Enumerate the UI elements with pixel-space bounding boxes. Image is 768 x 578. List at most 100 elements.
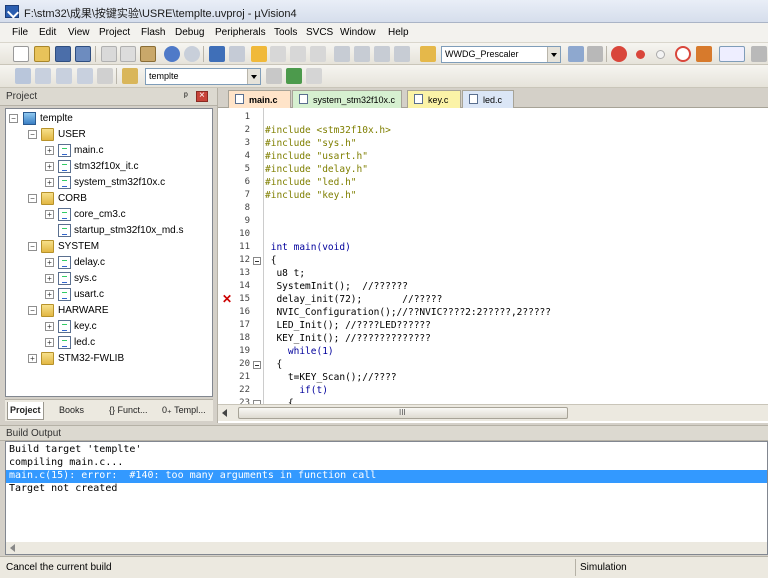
- tab-books[interactable]: Books: [57, 402, 86, 420]
- expand-icon[interactable]: +: [45, 258, 54, 267]
- menu-edit[interactable]: Edit: [39, 27, 56, 38]
- indent-icon[interactable]: [334, 46, 350, 62]
- function-combo[interactable]: WWDG_Prescaler: [441, 46, 561, 63]
- expand-icon[interactable]: +: [45, 178, 54, 187]
- insert-bookmark-icon[interactable]: [251, 46, 267, 62]
- comment-icon[interactable]: [374, 46, 390, 62]
- tree-item-corb[interactable]: − CORB: [6, 191, 212, 207]
- expand-icon[interactable]: +: [45, 290, 54, 299]
- menu-svcs[interactable]: SVCS: [306, 27, 333, 38]
- tab-project[interactable]: Project: [7, 402, 44, 420]
- tree-item-main-c[interactable]: + main.c: [6, 143, 212, 159]
- chevron-down-icon[interactable]: [247, 69, 260, 84]
- menu-file[interactable]: File: [12, 27, 28, 38]
- rebuild-icon[interactable]: [56, 68, 72, 84]
- target-options-icon[interactable]: [266, 68, 282, 84]
- expand-icon[interactable]: +: [45, 146, 54, 155]
- collapse-icon[interactable]: −: [28, 242, 37, 251]
- tree-item-sys-c[interactable]: + sys.c: [6, 271, 212, 287]
- tab-key-c[interactable]: key.c: [407, 90, 461, 108]
- batch-build-icon[interactable]: [77, 68, 93, 84]
- pin-icon[interactable]: ᵖ: [184, 91, 188, 102]
- tab-templates[interactable]: 0₊ Templ...: [160, 402, 208, 420]
- chevron-down-icon[interactable]: [547, 47, 560, 62]
- tree-item-key-c[interactable]: + key.c: [6, 319, 212, 335]
- redo-icon[interactable]: [184, 46, 200, 62]
- build-output-scrollbar[interactable]: [6, 542, 767, 554]
- configure-icon[interactable]: [751, 46, 767, 62]
- copy-icon[interactable]: [120, 46, 136, 62]
- incremental-find-icon[interactable]: [587, 46, 603, 62]
- menu-project[interactable]: Project: [99, 27, 130, 38]
- build-error-line[interactable]: main.c(15): error: #140: too many argume…: [6, 470, 767, 483]
- build-icon[interactable]: [35, 68, 51, 84]
- cut-icon[interactable]: [101, 46, 117, 62]
- unindent-icon[interactable]: [354, 46, 370, 62]
- tree-item-stm32-fwlib[interactable]: + STM32-FWLIB: [6, 351, 212, 367]
- clear-bookmarks-icon[interactable]: [310, 46, 326, 62]
- tree-item-usart-c[interactable]: + usart.c: [6, 287, 212, 303]
- menu-debug[interactable]: Debug: [175, 27, 204, 38]
- translate-icon[interactable]: [15, 68, 31, 84]
- scroll-left-icon[interactable]: [222, 409, 227, 417]
- collapse-icon[interactable]: −: [9, 114, 18, 123]
- tab-system-stm32f10x-c[interactable]: system_stm32f10x.c: [292, 90, 402, 108]
- fold-toggle-icon[interactable]: [253, 361, 261, 369]
- tree-item-stm32f10x-it-c[interactable]: + stm32f10x_it.c: [6, 159, 212, 175]
- tab-functions[interactable]: {} Funct...: [107, 402, 150, 420]
- new-file-icon[interactable]: [13, 46, 29, 62]
- menu-tools[interactable]: Tools: [274, 27, 297, 38]
- save-all-icon[interactable]: [75, 46, 91, 62]
- menu-view[interactable]: View: [68, 27, 90, 38]
- open-folder-icon[interactable]: [34, 46, 50, 62]
- stop-build-icon[interactable]: [97, 68, 113, 84]
- tree-item-system-stm32f10x-c[interactable]: + system_stm32f10x.c: [6, 175, 212, 191]
- code-area[interactable]: #include <stm32f10x.h> #include "sys.h" …: [265, 108, 768, 404]
- disable-breakpoint-icon[interactable]: [656, 50, 665, 59]
- previous-bookmark-icon[interactable]: [270, 46, 286, 62]
- tab-main-c[interactable]: main.c: [228, 90, 291, 108]
- breakpoint-icon[interactable]: [636, 50, 645, 59]
- tree-item-user[interactable]: − USER: [6, 127, 212, 143]
- editor-horizontal-scrollbar[interactable]: III: [218, 404, 768, 421]
- expand-icon[interactable]: +: [45, 338, 54, 347]
- expand-icon[interactable]: +: [45, 274, 54, 283]
- uncomment-icon[interactable]: [394, 46, 410, 62]
- collapse-icon[interactable]: −: [28, 306, 37, 315]
- download-icon[interactable]: [122, 68, 138, 84]
- expand-icon[interactable]: +: [28, 354, 37, 363]
- tree-item-system[interactable]: − SYSTEM: [6, 239, 212, 255]
- fold-toggle-icon[interactable]: [253, 257, 261, 265]
- tree-item-harware[interactable]: − HARWARE: [6, 303, 212, 319]
- debug-session-icon[interactable]: [611, 46, 627, 62]
- tree-item-startup-stm32f10x-md-s[interactable]: startup_stm32f10x_md.s: [6, 223, 212, 239]
- menu-help[interactable]: Help: [388, 27, 409, 38]
- next-bookmark-icon[interactable]: [290, 46, 306, 62]
- find-in-files-icon[interactable]: [420, 46, 436, 62]
- file-extensions-icon[interactable]: [306, 68, 322, 84]
- expand-icon[interactable]: +: [45, 162, 54, 171]
- find-icon[interactable]: [568, 46, 584, 62]
- tree-item-led-c[interactable]: + led.c: [6, 335, 212, 351]
- undo-icon[interactable]: [164, 46, 180, 62]
- expand-icon[interactable]: +: [45, 322, 54, 331]
- tab-led-c[interactable]: led.c: [462, 90, 514, 108]
- paste-icon[interactable]: [140, 46, 156, 62]
- navigate-forward-icon[interactable]: [229, 46, 245, 62]
- menu-flash[interactable]: Flash: [141, 27, 165, 38]
- clear-breakpoints-icon[interactable]: [675, 46, 691, 62]
- expand-icon[interactable]: +: [45, 210, 54, 219]
- menu-window[interactable]: Window: [340, 27, 376, 38]
- window-selector-icon[interactable]: [719, 46, 745, 62]
- collapse-icon[interactable]: −: [28, 130, 37, 139]
- target-combo[interactable]: templte: [145, 68, 261, 85]
- navigate-back-icon[interactable]: [209, 46, 225, 62]
- tree-item-templte[interactable]: − templte: [6, 111, 212, 127]
- tree-item-delay-c[interactable]: + delay.c: [6, 255, 212, 271]
- kill-breakpoints-icon[interactable]: [696, 46, 712, 62]
- tree-item-core-cm3-c[interactable]: + core_cm3.c: [6, 207, 212, 223]
- save-icon[interactable]: [55, 46, 71, 62]
- menu-peripherals[interactable]: Peripherals: [215, 27, 266, 38]
- manage-components-icon[interactable]: [286, 68, 302, 84]
- collapse-icon[interactable]: −: [28, 194, 37, 203]
